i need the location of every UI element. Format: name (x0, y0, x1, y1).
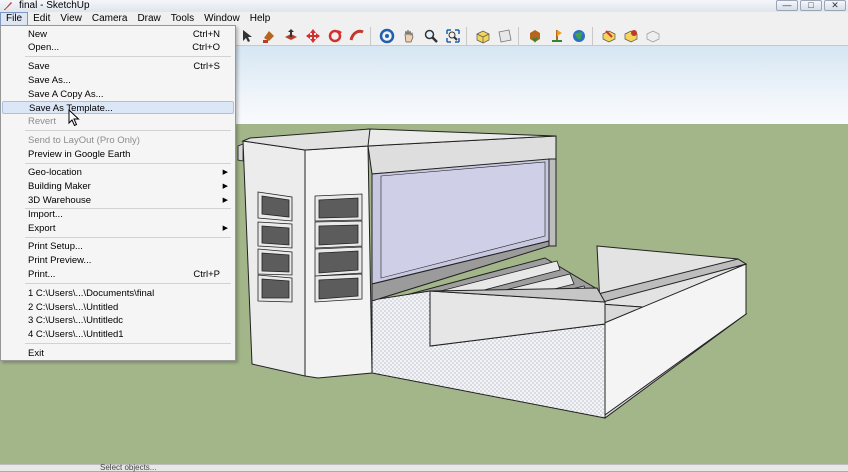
iso-view-icon[interactable] (472, 26, 494, 46)
menu-separator (25, 163, 231, 164)
menu-item-print-setup[interactable]: Print Setup... (2, 240, 234, 253)
menu-window[interactable]: Window (199, 12, 245, 26)
submenu-arrow-icon: ▶ (222, 197, 228, 204)
menu-item-label: Save A Copy As... (28, 89, 104, 100)
menu-item-label: Exit (28, 348, 44, 359)
menu-item-label: 1 C:\Users\...\Documents\final (28, 288, 155, 299)
add-location-icon[interactable] (546, 26, 568, 46)
rotate-icon[interactable] (324, 26, 346, 46)
menu-item-label: Print Setup... (28, 241, 83, 252)
menu-item-label: Revert (28, 116, 56, 127)
menu-item-open[interactable]: Open... Ctrl+O (2, 41, 234, 54)
menu-camera[interactable]: Camera (87, 12, 133, 26)
menu-item-save-as-template[interactable]: Save As Template... (2, 101, 234, 114)
google-earth-icon[interactable] (568, 26, 590, 46)
menu-item-label: Send to LayOut (Pro Only) (28, 135, 140, 146)
menu-file[interactable]: File (0, 12, 29, 26)
submenu-arrow-icon: ▶ (222, 169, 228, 176)
menu-edit[interactable]: Edit (28, 12, 55, 26)
menu-item-label: Building Maker (28, 181, 91, 192)
components-icon[interactable] (620, 26, 642, 46)
menu-item-label: 3 C:\Users\...\Untitledc (28, 315, 124, 326)
zoom-icon[interactable] (420, 26, 442, 46)
menu-separator (25, 56, 231, 57)
menu-item-recent-2[interactable]: 2 C:\Users\...\Untitled (2, 301, 234, 314)
menu-item-recent-3[interactable]: 3 C:\Users\...\Untitledc (2, 314, 234, 327)
menu-item-new[interactable]: New Ctrl+N (2, 28, 234, 41)
tower-right-windows (314, 193, 363, 303)
window-controls: — □ ✕ (776, 0, 846, 11)
close-button[interactable]: ✕ (824, 0, 846, 11)
menu-item-label: Print Preview... (28, 255, 92, 266)
status-bar: Select objects... (0, 464, 848, 472)
menu-item-label: Geo-location (28, 167, 82, 178)
menu-item-import[interactable]: Import... (2, 208, 234, 221)
menu-draw[interactable]: Draw (132, 12, 165, 26)
menu-item-save-copy-as[interactable]: Save A Copy As... (2, 88, 234, 101)
menu-item-label: 2 C:\Users\...\Untitled (28, 302, 119, 313)
menu-item-label: Export (28, 223, 56, 234)
menu-item-preview-google-earth[interactable]: Preview in Google Earth (2, 148, 234, 161)
menu-view[interactable]: View (55, 12, 87, 26)
window-title: final - SketchUp (19, 0, 90, 11)
menu-item-print[interactable]: Print... Ctrl+P (2, 268, 234, 281)
menu-item-save-as[interactable]: Save As... (2, 74, 234, 87)
menu-item-label: New (28, 29, 48, 40)
menu-item-label: Open... (28, 42, 60, 53)
menu-item-send-to-layout: Send to LayOut (Pro Only) (2, 134, 234, 147)
menu-item-label: Preview in Google Earth (28, 149, 131, 160)
move-icon[interactable] (302, 26, 324, 46)
menu-item-building-maker[interactable]: Building Maker ▶ (2, 180, 234, 193)
menu-item-geo-location[interactable]: Geo-location ▶ (2, 166, 234, 179)
menu-item-save[interactable]: Save Ctrl+S (2, 60, 234, 73)
menu-item-recent-1[interactable]: 1 C:\Users\...\Documents\final (2, 287, 234, 300)
menu-separator (25, 130, 231, 131)
menu-item-recent-4[interactable]: 4 C:\Users\...\Untitled1 (2, 328, 234, 341)
extension-icon[interactable] (642, 26, 664, 46)
sketchup-app-icon (4, 2, 12, 10)
menu-bar: File Edit View Camera Draw Tools Window … (0, 12, 848, 26)
select-icon[interactable] (236, 26, 258, 46)
top-view-icon[interactable] (494, 26, 516, 46)
toolbar (236, 26, 848, 46)
menu-separator (25, 283, 231, 284)
minimize-button[interactable]: — (776, 0, 798, 11)
menu-item-shortcut: Ctrl+P (193, 269, 220, 280)
menu-item-revert: Revert (2, 115, 234, 128)
tower (237, 128, 373, 379)
menu-item-shortcut: Ctrl+S (193, 61, 220, 72)
pan-icon[interactable] (398, 26, 420, 46)
follow-me-icon[interactable] (346, 26, 368, 46)
menu-item-shortcut: Ctrl+N (192, 29, 220, 40)
file-menu-dropdown: New Ctrl+N Open... Ctrl+O Save Ctrl+S Sa… (0, 25, 236, 361)
zoom-extents-icon[interactable] (442, 26, 464, 46)
menu-item-shortcut: Ctrl+O (192, 42, 220, 53)
menu-tools[interactable]: Tools (166, 12, 199, 26)
menu-item-label: Save As... (28, 75, 71, 86)
menu-item-exit[interactable]: Exit (2, 347, 234, 360)
menu-item-label: Import... (28, 209, 63, 220)
share-model-icon[interactable] (598, 26, 620, 46)
push-pull-icon[interactable] (280, 26, 302, 46)
menu-item-print-preview[interactable]: Print Preview... (2, 254, 234, 267)
menu-separator (25, 237, 231, 238)
mouse-cursor-icon (68, 109, 80, 127)
maximize-button[interactable]: □ (800, 0, 822, 11)
paint-icon[interactable] (258, 26, 280, 46)
submenu-arrow-icon: ▶ (222, 183, 228, 190)
get-models-icon[interactable] (524, 26, 546, 46)
menu-item-label: Print... (28, 269, 56, 280)
title-bar: final - SketchUp — □ ✕ (0, 0, 848, 12)
menu-item-3d-warehouse[interactable]: 3D Warehouse ▶ (2, 194, 234, 207)
menu-item-label: 3D Warehouse (28, 195, 92, 206)
submenu-arrow-icon: ▶ (222, 225, 228, 232)
orbit-icon[interactable] (376, 26, 398, 46)
menu-item-label: Save (28, 61, 50, 72)
menu-help[interactable]: Help (245, 12, 276, 26)
menu-item-label: 4 C:\Users\...\Untitled1 (28, 329, 124, 340)
menu-item-export[interactable]: Export ▶ (2, 222, 234, 235)
menu-separator (25, 343, 231, 344)
